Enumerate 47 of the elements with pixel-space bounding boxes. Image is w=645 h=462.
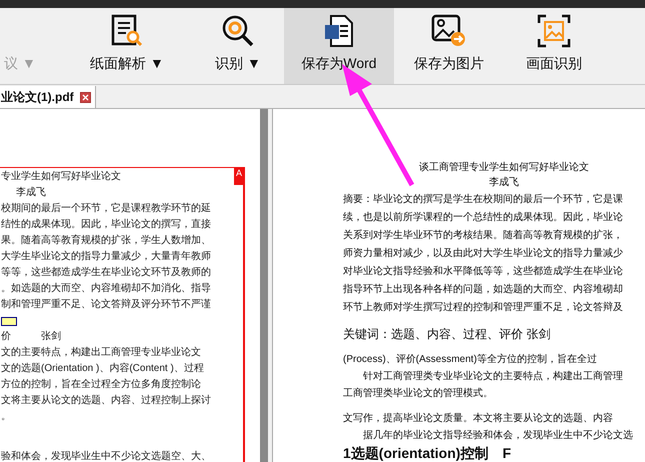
image-export-icon xyxy=(431,14,467,48)
scrollbar[interactable] xyxy=(260,109,268,462)
toolbar-button[interactable]: 保存为Word xyxy=(284,8,394,84)
document-text-line: 关系到对学生毕业环节的考核结果。随着高等教育规模的扩张， xyxy=(343,228,623,243)
document-text-line: 结性的成果体现。因此，毕业论文的撰写，直接 xyxy=(1,218,211,232)
document-text-line: (Process)、评价(Assessment)等全方位的控制，旨在全过 xyxy=(343,352,597,367)
toolbar-button[interactable]: 识别 ▼ xyxy=(192,8,284,84)
search-icon xyxy=(221,14,255,48)
note-highlight xyxy=(1,316,17,326)
toolbar-button[interactable]: 纸面解析 ▼ xyxy=(62,8,192,84)
document-keywords: 关键词：选题、内容、过程、评价 张剑 xyxy=(343,326,550,343)
document-text-line: 摘要：毕业论文的撰写是学生在校期间的最后一个环节，它是课 xyxy=(343,192,623,207)
document-author: 李成飞 xyxy=(16,186,46,200)
document-text-line: 针对工商管理类专业毕业论文的主要特点，构建出工商管理 xyxy=(363,370,623,384)
document-text-line: 果。随着高等教育规模的扩张，学生人数增加、 xyxy=(1,234,211,248)
document-text-line: 文的选题(Orientation )、内容(Content )、过程 xyxy=(1,362,204,376)
document-text-line: 价 张剑 xyxy=(1,330,61,344)
document-text-line: 方位的控制，旨在全过程全方位多角度控制论 xyxy=(1,378,201,392)
document-text-line: 验和体会，发现毕业生中不少论文选题空、大、 xyxy=(1,450,211,462)
document-search-icon xyxy=(110,14,144,48)
document-text-line: 文将主要从论文的选题、内容、过程控制上探讨 xyxy=(1,394,211,408)
document-author: 李成飞 xyxy=(489,176,519,190)
document-text-line: 制和管理严重不足、论文答辩及评分环节不严谨 xyxy=(1,298,211,312)
toolbar-button[interactable]: 保存为图片 xyxy=(394,8,504,84)
document-text-line: 校期间的最后一个环节，它是课程教学环节的延 xyxy=(1,202,211,216)
document-text-line: 大学生毕业论文的指导力量减少，大量青年教师 xyxy=(1,250,211,264)
document-tab[interactable]: 业论文(1).pdf xyxy=(0,86,96,108)
toolbar-button[interactable]: 画面识别 xyxy=(504,8,604,84)
document-text-line: 。如选题的大而空、内容堆砌却不加消化、指导 xyxy=(1,282,211,296)
document-text-line: 。 xyxy=(1,410,11,424)
document-text-line: 专业学生如何写好毕业论文 xyxy=(1,170,121,184)
document-text-line: 指导环节上出现各种各样的问题，如选题的大而空、内容堆砌却 xyxy=(343,282,623,297)
document-text-line: 环节上教师对学生撰写过程的控制和管理严重不足，论文答辩及 xyxy=(343,300,623,315)
document-text-line: 工商管理类毕业论文的管理模式。 xyxy=(343,386,493,401)
document-text-line: 文的主要特点，构建出工商管理专业毕业论文 xyxy=(1,346,201,360)
document-text-line: 等等，这些都造成学生在毕业论文环节及教师的 xyxy=(1,266,211,280)
document-text-line: 文写作，提高毕业论文质量。本文将主要从论文的选题、内容 xyxy=(343,412,613,426)
screen-capture-icon xyxy=(537,14,571,48)
document-heading: 1选题(orientation)控制 F xyxy=(343,444,511,462)
close-icon[interactable] xyxy=(80,92,91,102)
annotation-icon[interactable]: A xyxy=(234,168,244,185)
document-text-line: 师资力量相对减少，以及由此对大学生毕业论文的指导力量减少 xyxy=(343,246,623,261)
document-text-line: 据几年的毕业论文指导经验和体会，发现毕业生中不少论文选 xyxy=(363,428,633,443)
document-title: 谈工商管理专业学生如何写好毕业论文 xyxy=(419,161,589,175)
word-document-icon xyxy=(322,14,356,48)
document-text-line: 续，也是以前所学课程的一个总结性的成果体现。因此，毕业论 xyxy=(343,210,623,225)
document-text-line: 对毕业论文指导经验和水平降低等等，这些都造成学生在毕业论 xyxy=(343,264,623,279)
